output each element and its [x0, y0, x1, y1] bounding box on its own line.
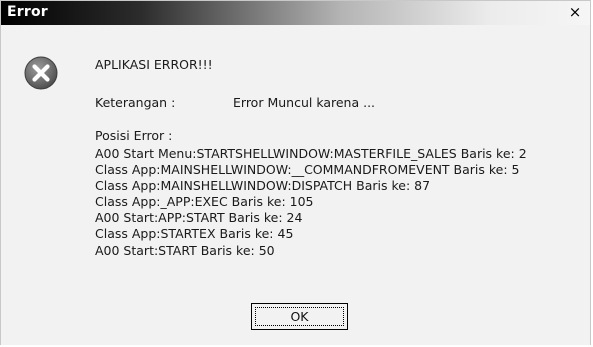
error-x-icon: [24, 56, 58, 90]
trace-line: A00 Start Menu:STARTSHELLWINDOW:MASTERFI…: [95, 146, 527, 161]
ok-button-label: OK: [290, 309, 309, 324]
trace-line: A00 Start:START Baris ke: 50: [95, 242, 275, 258]
ok-button[interactable]: OK: [251, 303, 348, 330]
error-dialog: Error × APLIKASI ERROR!!! Keterangan : E…: [0, 0, 591, 345]
error-heading: APLIKASI ERROR!!!: [95, 57, 213, 72]
keterangan-value: Error Muncul karena ...: [233, 95, 376, 110]
title-bar[interactable]: Error ×: [1, 1, 590, 25]
trace-line: Class App:MAINSHELLWINDOW:__COMMANDFROME…: [95, 162, 520, 178]
keterangan-label: Keterangan :: [95, 95, 176, 110]
close-icon[interactable]: ×: [568, 4, 582, 20]
trace-line: A00 Start:APP:START Baris ke: 24: [95, 210, 303, 226]
window-title: Error: [7, 4, 48, 20]
posisi-error-label: Posisi Error :: [95, 128, 173, 143]
trace-line: Class App:STARTEX Baris ke: 45: [95, 226, 294, 242]
trace-line: Class App:MAINSHELLWINDOW:DISPATCH Baris…: [95, 178, 431, 194]
trace-line: Class App:_APP:EXEC Baris ke: 105: [95, 194, 314, 210]
error-trace-list: A00 Start Menu:STARTSHELLWINDOW:MASTERFI…: [95, 146, 527, 259]
dialog-body: APLIKASI ERROR!!! Keterangan : Error Mun…: [1, 25, 590, 345]
